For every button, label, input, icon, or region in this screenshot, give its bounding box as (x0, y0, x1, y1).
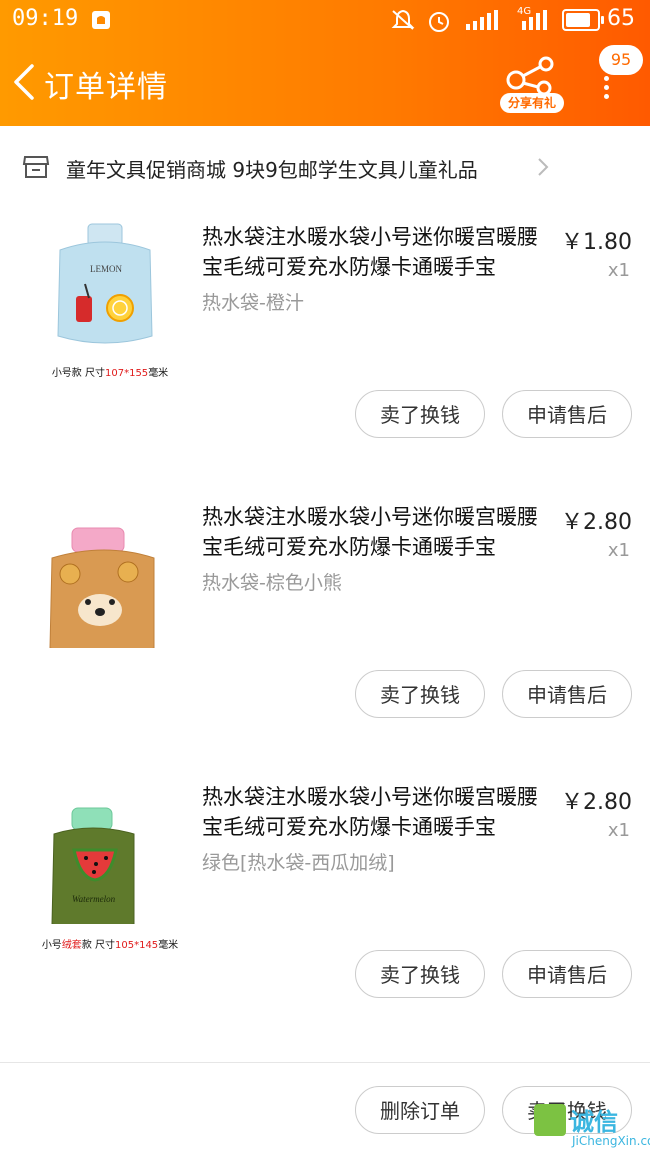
notification-icon (92, 11, 110, 29)
store-icon (22, 156, 50, 178)
delete-order-button[interactable]: 删除订单 (355, 1086, 485, 1134)
mute-icon (391, 9, 415, 30)
hot-water-bottle-lemon-image: LEMON (57, 223, 153, 344)
footer-divider (0, 1062, 650, 1063)
product-thumbnail[interactable]: LEMON 小号款 尺寸107*155毫米 (30, 218, 180, 379)
clock: 09:19 (12, 6, 79, 31)
more-icon[interactable] (600, 74, 612, 100)
thumb-text: Watermelon (72, 894, 116, 904)
page-title: 订单详情 (44, 70, 168, 105)
product-sku: 绿色[热水袋-西瓜加绒] (202, 852, 395, 874)
watermark-logo (534, 1104, 566, 1136)
after-sales-button[interactable]: 申请售后 (502, 670, 632, 718)
product-title[interactable]: 热水袋注水暖水袋小号迷你暖宫暖腰宝毛绒可爱充水防爆卡通暖手宝 (202, 502, 552, 562)
thumb-caption: 小号款 尺寸107*155毫米 (51, 368, 169, 379)
product-thumbnail[interactable] (30, 498, 180, 655)
back-icon[interactable] (10, 62, 38, 102)
product-price: ￥1.80 (561, 230, 632, 255)
shop-name[interactable]: 童年文具促销商城 9块9包邮学生文具儿童礼品 (66, 154, 478, 183)
product-quantity: x1 (607, 260, 630, 281)
watermark: 诚信 JiChengXin.com (532, 1100, 650, 1152)
after-sales-button[interactable]: 申请售后 (502, 950, 632, 998)
header: 09:19 4G 65 订单详情 分享有礼 95 (0, 0, 650, 126)
product-price: ￥2.80 (561, 790, 632, 815)
watermark-brand: 诚信 (570, 1108, 618, 1136)
product-title[interactable]: 热水袋注水暖水袋小号迷你暖宫暖腰宝毛绒可爱充水防爆卡通暖手宝 (202, 222, 552, 282)
sell-button[interactable]: 卖了换钱 (355, 670, 485, 718)
order-item: Watermelon 小号绒套款 尺寸105*145毫米 热水袋注水暖水袋小号迷… (0, 760, 650, 1040)
hot-water-bottle-bear-image (49, 527, 155, 655)
share-gift-label[interactable]: 分享有礼 (500, 93, 564, 113)
thumb-text: LEMON (90, 264, 122, 274)
product-quantity: x1 (607, 820, 630, 841)
message-badge: 95 (599, 45, 643, 75)
product-title[interactable]: 热水袋注水暖水袋小号迷你暖宫暖腰宝毛绒可爱充水防爆卡通暖手宝 (202, 782, 552, 842)
product-price: ￥2.80 (561, 510, 632, 535)
alarm-icon (429, 12, 449, 32)
sell-button[interactable]: 卖了换钱 (355, 390, 485, 438)
order-item: 热水袋注水暖水袋小号迷你暖宫暖腰宝毛绒可爱充水防爆卡通暖手宝 ￥2.80 x1 … (0, 480, 650, 760)
chevron-right-icon[interactable] (536, 156, 550, 178)
battery-icon (562, 9, 604, 31)
sell-button[interactable]: 卖了换钱 (355, 950, 485, 998)
product-sku: 热水袋-棕色小熊 (202, 572, 342, 594)
product-sku: 热水袋-橙汁 (202, 292, 304, 314)
shop-row[interactable]: 童年文具促销商城 9块9包邮学生文具儿童礼品 (0, 142, 650, 192)
order-item: LEMON 小号款 尺寸107*155毫米 热水袋注水暖水袋小号迷你暖宫暖腰宝毛… (0, 200, 650, 480)
battery-level: 65 (607, 6, 635, 31)
watermark-site: JiChengXin.com (572, 1134, 650, 1148)
status-bar: 09:19 4G 65 (0, 0, 650, 40)
product-quantity: x1 (607, 540, 630, 561)
thumb-caption: 小号绒套款 尺寸105*145毫米 (41, 940, 179, 951)
after-sales-button[interactable]: 申请售后 (502, 390, 632, 438)
signal-4g-icon (522, 10, 547, 30)
signal-icon (466, 10, 498, 30)
hot-water-bottle-watermelon-image: Watermelon (51, 807, 135, 928)
product-thumbnail[interactable]: Watermelon 小号绒套款 尺寸105*145毫米 (30, 778, 180, 951)
